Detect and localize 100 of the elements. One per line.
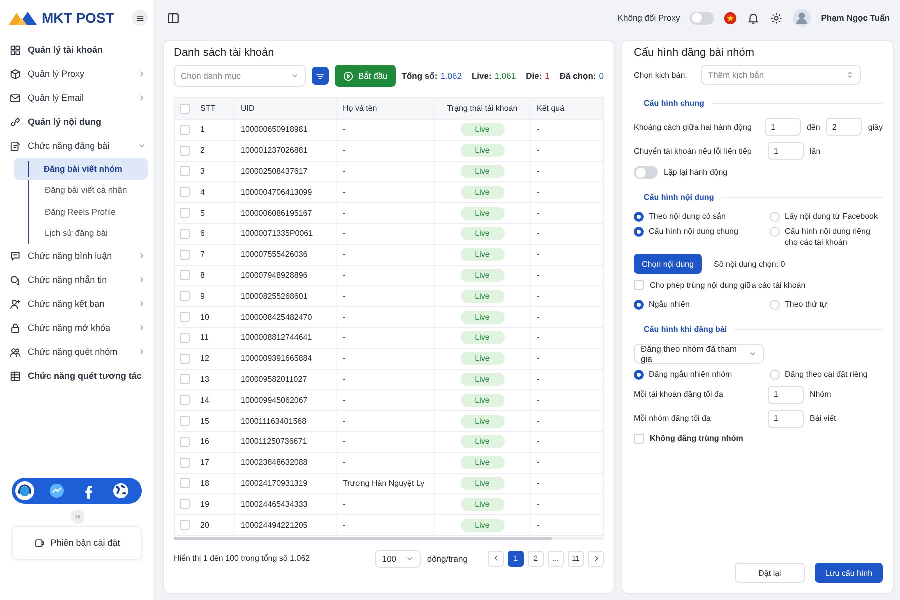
sidebar-subitem[interactable]: Lịch sử đăng bài [28,222,148,244]
sidebar-toggle-icon[interactable] [167,12,180,24]
column-header[interactable]: Họ và tên [336,98,434,120]
status-badge: Live [460,372,504,386]
start-button[interactable]: Bắt đầu [335,65,396,87]
sidebar-item[interactable]: Chức năng mở khóa [8,316,148,340]
column-header[interactable]: UID [234,98,336,120]
table-cell: 100011250736671 [234,431,336,452]
checkbox[interactable] [180,291,190,302]
field-label: giây [868,122,883,132]
checkbox[interactable] [180,104,190,114]
sidebar-item[interactable]: Chức năng bình luận [8,244,148,268]
checkbox[interactable] [180,436,190,447]
menu-button[interactable] [132,10,148,26]
checkbox[interactable] [180,208,190,218]
checkbox[interactable] [180,374,190,384]
repeat-toggle[interactable] [634,166,658,179]
checkbox[interactable] [180,228,190,239]
bell-icon[interactable] [747,12,760,24]
number-field[interactable]: 2 [826,118,862,136]
support-icon[interactable] [15,481,35,501]
number-field[interactable]: 1 [764,118,801,136]
target-select[interactable]: Đăng theo nhóm đã tham gia [634,344,764,364]
chat-bubble-icon[interactable] [47,481,67,501]
checkbox[interactable] [180,458,190,468]
chevron-right-icon [138,252,146,260]
next-page-button[interactable] [588,550,604,567]
collapse-button[interactable] [71,510,85,524]
radio-button[interactable] [634,227,644,238]
checkbox[interactable] [180,478,190,488]
category-select[interactable]: Chọn danh mục [174,65,306,87]
sidebar-item[interactable]: Quản lý nội dung [8,110,148,134]
number-field[interactable]: 1 [768,386,804,404]
number-field[interactable]: 1 [768,142,804,160]
settings-icon[interactable] [770,12,784,24]
scrollbar[interactable] [174,536,604,540]
choose-content-button[interactable]: Chọn nội dung [634,254,702,274]
table-cell: - [336,494,434,515]
checkbox[interactable] [180,395,190,406]
reset-button[interactable]: Đặt lại [735,563,805,583]
radio-button[interactable] [634,370,644,380]
sidebar-subitem[interactable]: Đăng Reels Profile [28,201,148,222]
filter-button[interactable] [312,67,330,85]
checkbox[interactable] [180,499,190,510]
checkbox[interactable] [180,146,190,156]
field-label: Bài viết [810,414,836,424]
save-button[interactable]: Lưu cấu hình [815,563,883,583]
page-size-select[interactable]: 100 [375,550,422,568]
column-header[interactable]: STT [194,98,234,120]
table-cell: 1 [194,120,234,140]
column-header[interactable]: Kết quả [530,98,604,120]
chevron-right-icon [138,348,146,356]
table-cell: 20 [194,514,234,536]
table-cell: 100009945062067 [234,390,336,411]
sidebar-subitem[interactable]: Đăng bài viết nhóm [14,158,148,180]
field-label: Cho phép trùng nội dung giữa các tài khoản [650,280,806,290]
section-title: Cấu hình khi đăng bài [644,324,728,334]
previous-page-button[interactable] [488,550,504,567]
radio-button[interactable] [634,212,644,222]
checkbox[interactable] [180,166,190,176]
table-cell: 2 [194,140,234,162]
section-title: Cấu hình chung [644,99,704,108]
table-cell: 11 [194,327,234,348]
checkbox[interactable] [180,250,190,260]
sidebar-subitem[interactable]: Đăng bài viết cá nhân [28,180,148,201]
checkbox[interactable] [180,416,190,426]
sidebar-item[interactable]: Chức năng kết bạn [8,292,148,316]
sidebar-item[interactable]: Chức năng quét nhóm [8,340,148,364]
number-field[interactable]: 1 [768,410,804,428]
sidebar-item[interactable]: Quản lý tài khoản [8,38,148,62]
checkbox[interactable] [180,520,190,530]
sidebar-item[interactable]: Chức năng nhắn tin [8,268,148,292]
radio-button[interactable] [634,300,644,310]
checkbox[interactable] [180,270,190,280]
checkbox[interactable] [180,312,190,322]
sidebar-item[interactable]: Quản lý Proxy [8,62,148,86]
table-cell: 3 [194,161,234,182]
sidebar-item[interactable]: Chức năng quét tương tác [8,364,148,388]
column-header[interactable]: Trạng thái tài khoản [434,98,530,120]
table-cell: - [530,390,604,411]
edit-icon [10,140,21,152]
table-cell: - [336,306,434,328]
flag-icon[interactable] [724,12,738,24]
avatar[interactable] [793,9,812,27]
sidebar-item[interactable]: Quản lý Email [8,86,148,110]
checkbox[interactable] [634,280,644,290]
globe-icon[interactable] [111,481,131,501]
checkbox[interactable] [634,434,644,444]
mail-icon [10,92,21,104]
status-badge: Live [460,310,504,324]
checkbox[interactable] [180,332,190,343]
checkbox[interactable] [180,354,190,364]
checkbox[interactable] [180,124,190,135]
checkbox[interactable] [180,187,190,198]
status-badge: Live [460,394,504,407]
stat-value: 1.062 [440,71,462,81]
version-card[interactable]: Phiên bản cài đặt [12,526,142,560]
script-select[interactable]: Thêm kịch bản [701,65,862,85]
proxy-toggle[interactable] [690,12,714,24]
sidebar-item[interactable]: Chức năng đăng bài [8,134,148,158]
